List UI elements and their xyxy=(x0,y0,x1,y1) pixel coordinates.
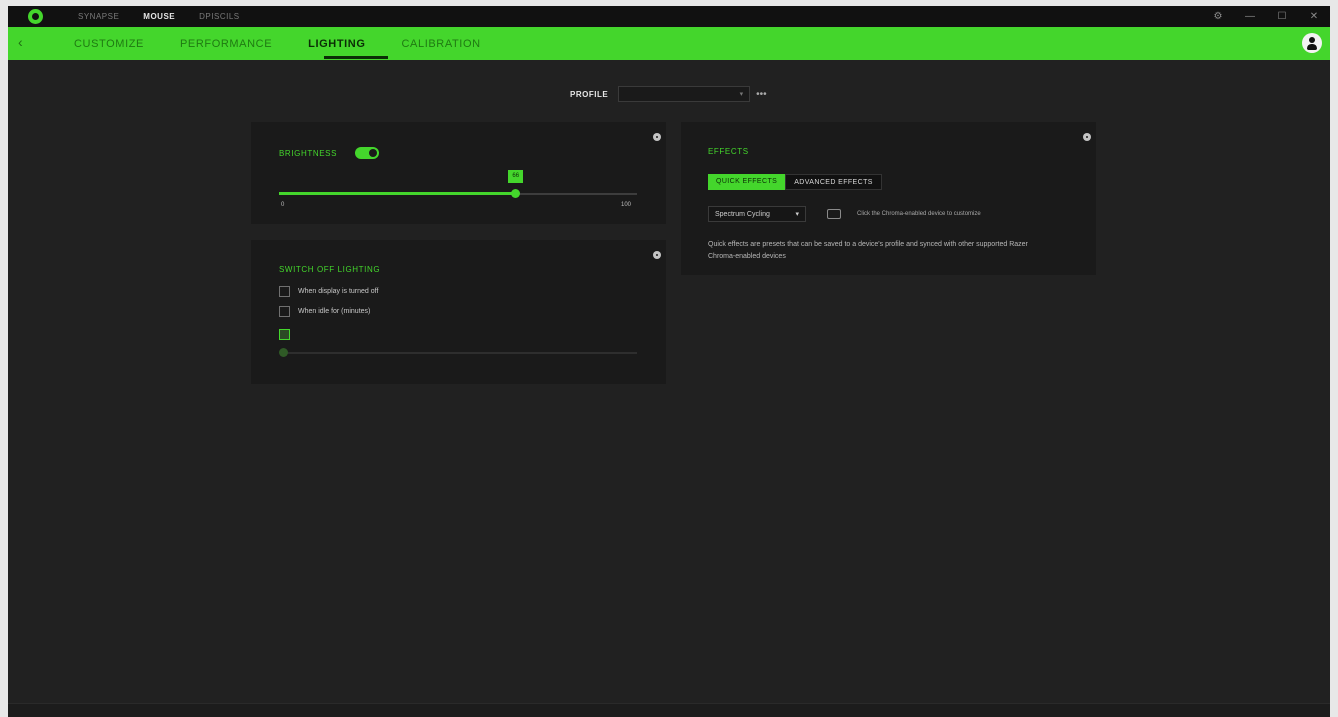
topnav-mouse[interactable]: MOUSE xyxy=(143,12,175,21)
title-bar: SYNAPSE MOUSE DPISCILS ⚙ — ☐ ✕ xyxy=(8,6,1330,27)
gear-icon[interactable] xyxy=(653,133,661,141)
settings-gear-icon[interactable]: ⚙ xyxy=(1212,11,1224,22)
brightness-slider-fill xyxy=(279,192,516,195)
topnav-third[interactable]: DPISCILS xyxy=(199,12,239,21)
section-tab-bar: ‹ CUSTOMIZE PERFORMANCE LIGHTING CALIBRA… xyxy=(8,27,1330,60)
device-icon[interactable] xyxy=(827,209,841,219)
option-display-off[interactable]: When display is turned off xyxy=(279,286,378,297)
idle-slider-track[interactable] xyxy=(283,352,637,354)
brightness-max-label: 100 xyxy=(621,202,632,208)
switch-off-title: SWITCH OFF LIGHTING xyxy=(279,265,381,274)
effects-title: EFFECTS xyxy=(708,147,749,156)
topnav-synapse[interactable]: SYNAPSE xyxy=(78,12,119,21)
brightness-slider-handle[interactable] xyxy=(511,189,521,198)
advanced-effects-button[interactable]: ADVANCED EFFECTS xyxy=(785,174,882,190)
brightness-value-bubble: 66 xyxy=(508,170,524,183)
option-idle[interactable]: When idle for (minutes) xyxy=(279,306,370,317)
checkbox[interactable] xyxy=(279,306,290,317)
tab-lighting[interactable]: LIGHTING xyxy=(308,38,365,50)
section-tabs: CUSTOMIZE PERFORMANCE LIGHTING CALIBRATI… xyxy=(74,27,481,60)
minimize-icon[interactable]: — xyxy=(1244,11,1256,22)
chevron-down-icon: ▾ xyxy=(739,91,744,98)
tab-calibration[interactable]: CALIBRATION xyxy=(402,38,481,50)
tab-performance[interactable]: PERFORMANCE xyxy=(180,38,272,50)
user-avatar-icon[interactable] xyxy=(1302,33,1322,53)
profile-label: PROFILE xyxy=(570,89,609,99)
brightness-min-label: 0 xyxy=(281,202,285,208)
effects-panel: EFFECTS QUICK EFFECTS ADVANCED EFFECTS S… xyxy=(681,122,1096,275)
profile-selector: PROFILE ▾ ••• xyxy=(570,86,767,102)
effects-description: Quick effects are presets that can be sa… xyxy=(708,241,1028,260)
quick-effects-button[interactable]: QUICK EFFECTS xyxy=(708,174,786,190)
effects-mode-switch: QUICK EFFECTS ADVANCED EFFECTS xyxy=(708,174,882,190)
idle-slider-handle[interactable] xyxy=(279,348,288,357)
brightness-toggle[interactable] xyxy=(355,147,379,159)
razer-logo-icon xyxy=(28,9,43,24)
back-arrow-icon[interactable]: ‹ xyxy=(18,34,23,50)
maximize-icon[interactable]: ☐ xyxy=(1276,11,1288,22)
switch-off-lighting-panel: SWITCH OFF LIGHTING When display is turn… xyxy=(251,240,666,384)
chevron-down-icon: ▾ xyxy=(795,211,799,218)
tab-customize[interactable]: CUSTOMIZE xyxy=(74,38,144,50)
more-options-icon[interactable]: ••• xyxy=(756,89,767,100)
effect-dropdown[interactable]: Spectrum Cycling ▾ xyxy=(708,206,806,222)
brightness-title: BRIGHTNESS xyxy=(279,149,338,158)
close-icon[interactable]: ✕ xyxy=(1308,11,1320,22)
app-window: SYNAPSE MOUSE DPISCILS ⚙ — ☐ ✕ ‹ CUSTOMI… xyxy=(8,6,1330,717)
gear-icon[interactable] xyxy=(653,251,661,259)
window-controls: ⚙ — ☐ ✕ xyxy=(1212,6,1320,27)
brightness-panel: BRIGHTNESS 66 0 100 xyxy=(251,122,666,224)
checkbox[interactable] xyxy=(279,286,290,297)
profile-dropdown[interactable]: ▾ xyxy=(618,86,751,102)
status-bar xyxy=(8,703,1330,717)
idle-value-bubble xyxy=(279,329,290,340)
effect-value: Spectrum Cycling xyxy=(715,211,770,218)
gear-icon[interactable] xyxy=(1083,133,1091,141)
option-label: When idle for (minutes) xyxy=(298,308,371,315)
option-label: When display is turned off xyxy=(298,288,379,295)
top-nav: SYNAPSE MOUSE DPISCILS xyxy=(78,6,240,27)
effects-hint: Click the Chroma-enabled device to custo… xyxy=(857,211,981,217)
active-tab-indicator xyxy=(324,56,388,59)
